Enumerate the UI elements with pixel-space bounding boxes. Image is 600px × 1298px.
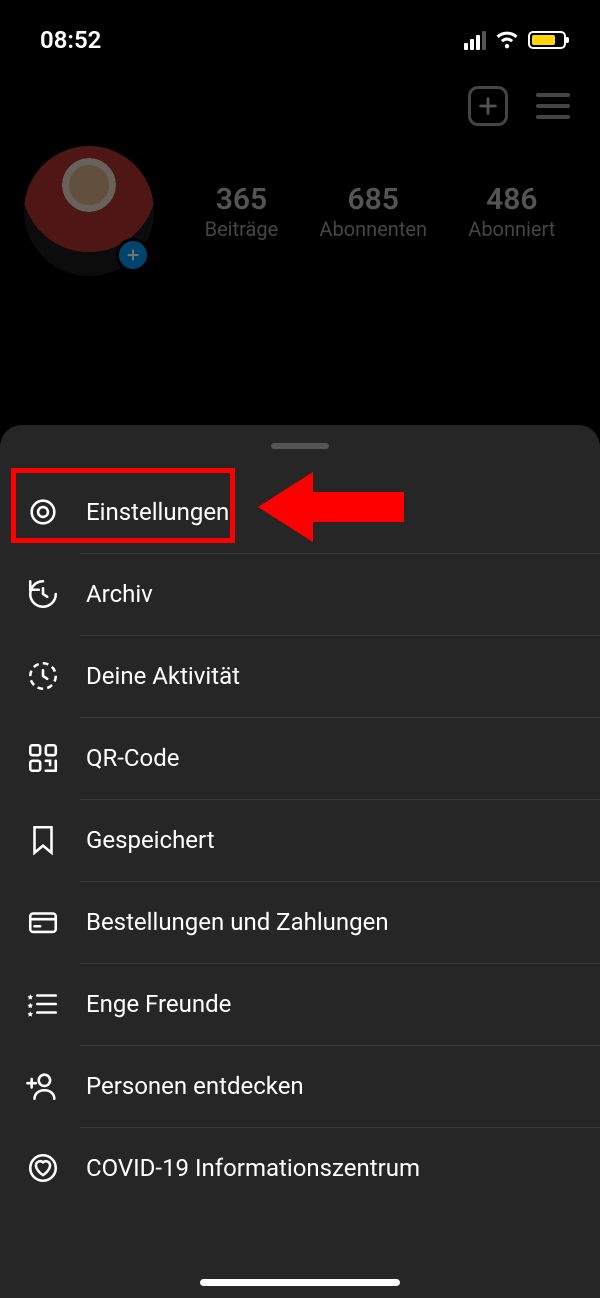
menu-label: QR-Code — [86, 744, 180, 772]
battery-icon — [528, 31, 566, 49]
stat-followers-value: 685 — [319, 182, 427, 217]
stat-posts[interactable]: 365 Beiträge — [205, 182, 279, 241]
menu-item-archive[interactable]: Archiv — [0, 553, 600, 635]
stat-posts-value: 365 — [205, 182, 279, 217]
profile-top-actions — [0, 68, 600, 136]
home-indicator[interactable] — [200, 1279, 400, 1286]
menu-label: Gespeichert — [86, 826, 215, 854]
menu-label: Personen entdecken — [86, 1072, 304, 1100]
menu-label: Enge Freunde — [86, 990, 231, 1018]
menu-item-closefriends[interactable]: Enge Freunde — [0, 963, 600, 1045]
menu-item-settings[interactable]: Einstellungen — [0, 471, 600, 553]
wifi-icon — [494, 24, 520, 56]
discover-icon — [26, 1069, 60, 1103]
qr-icon — [26, 741, 60, 775]
bottom-sheet: Einstellungen Archiv Deine Aktivität QR-… — [0, 425, 600, 1298]
closefriends-icon — [26, 987, 60, 1021]
sheet-grabber[interactable] — [271, 443, 329, 449]
menu-item-orders[interactable]: Bestellungen und Zahlungen — [0, 881, 600, 963]
stat-followers[interactable]: 685 Abonnenten — [319, 182, 427, 241]
menu-label: Einstellungen — [86, 498, 229, 526]
menu-item-saved[interactable]: Gespeichert — [0, 799, 600, 881]
cellular-signal-icon — [464, 31, 486, 50]
status-icons — [464, 24, 566, 56]
add-story-badge[interactable] — [116, 238, 150, 272]
stat-following[interactable]: 486 Abonniert — [468, 182, 555, 241]
stat-following-value: 486 — [468, 182, 555, 217]
stat-followers-label: Abonnenten — [319, 217, 427, 241]
stat-posts-label: Beiträge — [205, 217, 279, 241]
stat-following-label: Abonniert — [468, 217, 555, 241]
status-bar: 08:52 — [0, 0, 600, 68]
menu-item-covid[interactable]: COVID-19 Informationszentrum — [0, 1127, 600, 1209]
menu-item-discover[interactable]: Personen entdecken — [0, 1045, 600, 1127]
status-time: 08:52 — [40, 26, 101, 54]
covid-icon — [26, 1151, 60, 1185]
menu-item-qr[interactable]: QR-Code — [0, 717, 600, 799]
menu-label: COVID-19 Informationszentrum — [86, 1154, 420, 1182]
archive-icon — [26, 577, 60, 611]
card-icon — [26, 905, 60, 939]
avatar[interactable] — [24, 146, 154, 276]
activity-icon — [26, 659, 60, 693]
settings-icon — [26, 495, 60, 529]
menu-item-activity[interactable]: Deine Aktivität — [0, 635, 600, 717]
menu-label: Archiv — [86, 580, 153, 608]
menu-label: Deine Aktivität — [86, 662, 240, 690]
profile-header: 365 Beiträge 685 Abonnenten 486 Abonnier… — [0, 136, 600, 286]
bookmark-icon — [26, 823, 60, 857]
menu-icon[interactable] — [536, 93, 570, 119]
menu-label: Bestellungen und Zahlungen — [86, 908, 389, 936]
create-button[interactable] — [468, 86, 508, 126]
